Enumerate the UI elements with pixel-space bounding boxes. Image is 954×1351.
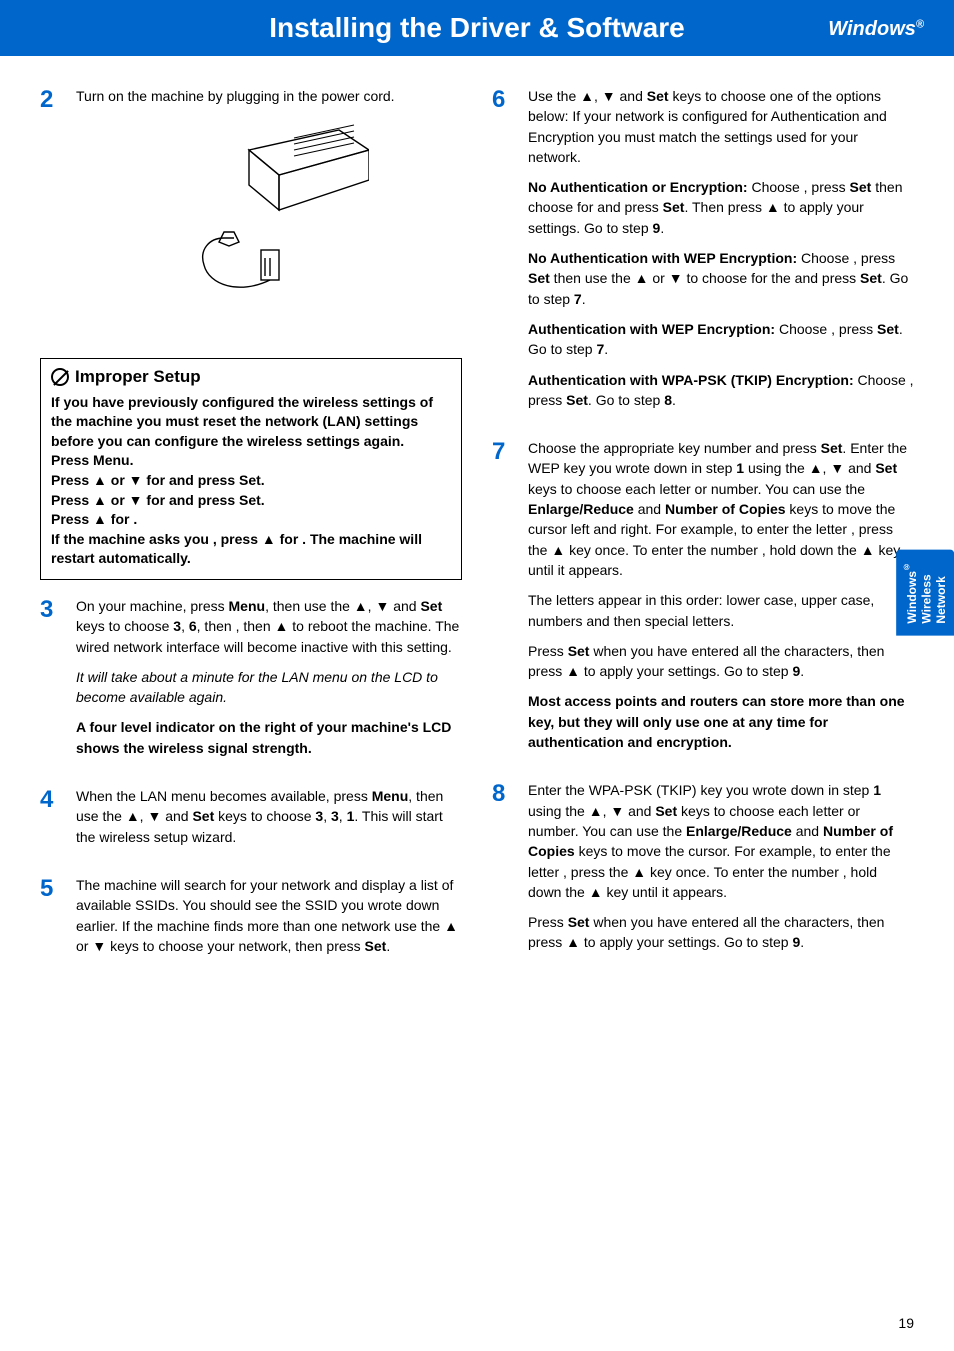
step-8-body: Enter the WPA-PSK (TKIP) key you wrote d… xyxy=(528,780,914,962)
improper-line6b: , press ▲ for xyxy=(213,531,302,547)
step-7-body: Choose the appropriate key number and pr… xyxy=(528,438,914,762)
step-5: 5 The machine will search for your netwo… xyxy=(40,875,462,966)
step-number-7: 7 xyxy=(492,438,528,466)
step-3: 3 On your machine, press Menu, then use … xyxy=(40,596,462,768)
step-5-p1: The machine will search for your network… xyxy=(76,875,462,956)
improper-line4b: and press Set. xyxy=(169,492,265,508)
step-number-8: 8 xyxy=(492,780,528,808)
sidetab-wireless: Wireless xyxy=(919,574,933,623)
step-6-intro: Use the ▲, ▼ and Set keys to choose one … xyxy=(528,86,914,167)
header-title: Installing the Driver & Software xyxy=(269,12,684,44)
step-3-body: On your machine, press Menu, then use th… xyxy=(76,596,462,768)
page-header: Installing the Driver & Software Windows… xyxy=(0,0,954,56)
right-column: 6 Use the ▲, ▼ and Set keys to choose on… xyxy=(492,86,914,984)
step-6-wpa: Authentication with WPA-PSK (TKIP) Encry… xyxy=(528,370,914,411)
step-4-body: When the LAN menu becomes available, pre… xyxy=(76,786,462,857)
step-3-p1: On your machine, press Menu, then use th… xyxy=(76,596,462,657)
step-6-wep1: No Authentication with WEP Encryption: C… xyxy=(528,248,914,309)
step-8-p2: Press Set when you have entered all the … xyxy=(528,912,914,953)
left-column: 2 Turn on the machine by plugging in the… xyxy=(40,86,462,984)
step-8: 8 Enter the WPA-PSK (TKIP) key you wrote… xyxy=(492,780,914,962)
step-number-5: 5 xyxy=(40,875,76,903)
prohibition-icon xyxy=(51,368,69,386)
step-number-3: 3 xyxy=(40,596,76,624)
improper-line6a: If the machine asks you xyxy=(51,531,213,547)
step-7-p3: Press Set when you have entered all the … xyxy=(528,641,914,682)
sidetab-reg: ® xyxy=(902,562,911,571)
step-4: 4 When the LAN menu becomes available, p… xyxy=(40,786,462,857)
improper-line5: Press ▲ for xyxy=(51,511,133,527)
improper-body: If you have previously configured the wi… xyxy=(51,393,451,569)
printer-icon xyxy=(169,120,369,310)
step-3-p3: A four level indicator on the right of y… xyxy=(76,717,462,758)
step-6-body: Use the ▲, ▼ and Set keys to choose one … xyxy=(528,86,914,420)
step-2-text: Turn on the machine by plugging in the p… xyxy=(76,86,462,106)
improper-line2: Press Menu. xyxy=(51,452,133,468)
improper-line4a: Press ▲ or ▼ for xyxy=(51,492,169,508)
improper-line1: If you have previously configured the wi… xyxy=(51,394,433,449)
improper-line3a: Press ▲ or ▼ for xyxy=(51,472,169,488)
step-5-body: The machine will search for your network… xyxy=(76,875,462,966)
page-number: 19 xyxy=(898,1315,914,1331)
step-2-body: Turn on the machine by plugging in the p… xyxy=(76,86,462,340)
content-columns: 2 Turn on the machine by plugging in the… xyxy=(40,86,914,984)
step-number-2: 2 xyxy=(40,86,76,114)
improper-heading: Improper Setup xyxy=(51,367,451,387)
printer-illustration xyxy=(76,120,462,315)
improper-line3b: and press Set. xyxy=(169,472,265,488)
improper-setup-box: Improper Setup If you have previously co… xyxy=(40,358,462,580)
step-6: 6 Use the ▲, ▼ and Set keys to choose on… xyxy=(492,86,914,420)
step-4-p1: When the LAN menu becomes available, pre… xyxy=(76,786,462,847)
side-tab: Windows® Wireless Network xyxy=(896,550,954,636)
sidetab-windows: Windows xyxy=(905,571,919,624)
improper-line5b: . xyxy=(133,511,137,527)
step-7-note: Most access points and routers can store… xyxy=(528,691,914,752)
step-6-noauth: No Authentication or Encryption: Choose … xyxy=(528,177,914,238)
registered-mark: ® xyxy=(916,18,924,30)
step-2: 2 Turn on the machine by plugging in the… xyxy=(40,86,462,340)
step-6-wep2: Authentication with WEP Encryption: Choo… xyxy=(528,319,914,360)
os-name: Windows xyxy=(828,18,916,40)
step-7: 7 Choose the appropriate key number and … xyxy=(492,438,914,762)
step-8-p1: Enter the WPA-PSK (TKIP) key you wrote d… xyxy=(528,780,914,902)
step-number-4: 4 xyxy=(40,786,76,814)
improper-heading-text: Improper Setup xyxy=(75,367,201,387)
step-7-p2: The letters appear in this order: lower … xyxy=(528,590,914,631)
step-7-p1: Choose the appropriate key number and pr… xyxy=(528,438,914,580)
step-3-p2: It will take about a minute for the LAN … xyxy=(76,667,462,708)
header-os-label: Windows® xyxy=(828,18,924,41)
sidetab-network: Network xyxy=(934,576,948,623)
step-number-6: 6 xyxy=(492,86,528,114)
